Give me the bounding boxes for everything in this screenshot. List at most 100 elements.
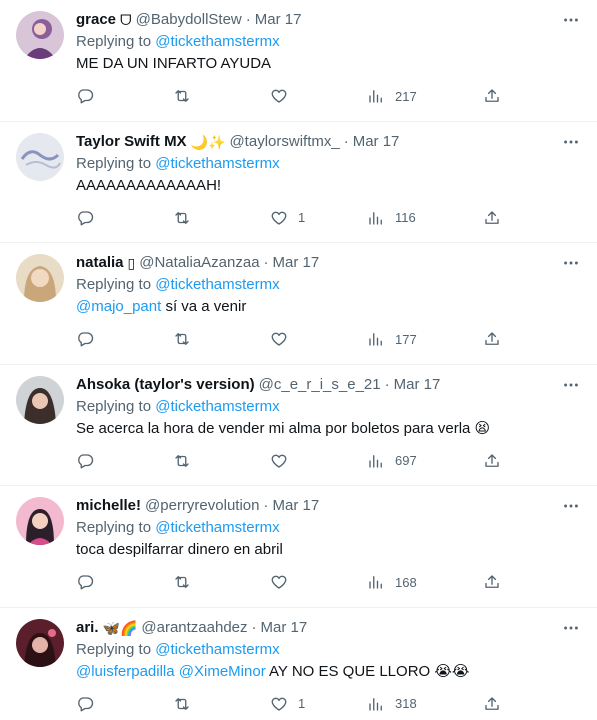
display-name[interactable]: michelle!: [76, 496, 141, 516]
more-icon[interactable]: [561, 132, 581, 152]
view-count: 116: [395, 210, 416, 225]
share-button[interactable]: [483, 694, 501, 714]
action-bar: 177: [76, 329, 581, 349]
like-button[interactable]: 1: [270, 208, 305, 228]
timestamp[interactable]: Mar 17: [353, 132, 400, 152]
avatar[interactable]: [16, 132, 64, 181]
like-button[interactable]: [270, 572, 298, 592]
like-button[interactable]: 1: [270, 694, 305, 714]
heart-icon: [271, 89, 287, 103]
tweet-text: AAAAAAAAAAAAAH!: [76, 176, 581, 196]
user-handle[interactable]: @arantzaahdez: [141, 618, 247, 638]
user-handle[interactable]: @BabydollStew: [136, 10, 242, 30]
mention-link[interactable]: @tickethamstermx: [155, 641, 279, 658]
mention-link[interactable]: @luisferpadilla @XimeMinor: [76, 663, 266, 680]
share-button[interactable]: [483, 451, 501, 471]
separator-dot: ·: [263, 254, 269, 271]
reply-button[interactable]: [76, 572, 94, 592]
more-icon[interactable]: [561, 618, 581, 638]
views-icon: [369, 454, 382, 468]
name-emoji: ▯: [127, 255, 136, 271]
share-icon: [485, 332, 499, 345]
more-icon[interactable]: [561, 375, 581, 395]
mention-link[interactable]: @tickethamstermx: [155, 398, 279, 415]
avatar[interactable]: [16, 11, 64, 59]
views-button[interactable]: 318: [367, 694, 417, 714]
tweet-header: ari. 🦋🌈 @arantzaahdez · Mar 17: [76, 618, 581, 638]
avatar[interactable]: [16, 375, 64, 424]
more-icon[interactable]: [561, 496, 581, 516]
tweet[interactable]: michelle! @perryrevolution · Mar 17 Repl…: [0, 486, 597, 608]
retweet-button[interactable]: [173, 329, 191, 349]
like-button[interactable]: [270, 86, 298, 106]
tweet-text-content: AAAAAAAAAAAAAH!: [76, 176, 222, 194]
reply-button[interactable]: [76, 694, 94, 714]
mention-link[interactable]: @tickethamstermx: [155, 276, 279, 293]
mention-link[interactable]: @tickethamstermx: [155, 33, 279, 50]
reply-button[interactable]: [76, 451, 94, 471]
more-icon[interactable]: [561, 10, 581, 30]
user-handle[interactable]: @taylorswiftmx_: [229, 132, 339, 152]
mention-link[interactable]: @tickethamstermx: [155, 519, 279, 536]
display-name[interactable]: Taylor Swift MX: [76, 132, 187, 152]
tweet[interactable]: natalia ▯ @NataliaAzanzaa · Mar 17 Reply…: [0, 243, 597, 365]
name-emoji: 🌙✨: [190, 133, 226, 150]
tweet[interactable]: Taylor Swift MX 🌙✨ @taylorswiftmx_ · Mar…: [0, 122, 597, 243]
heart-icon: [271, 697, 287, 711]
more-icon[interactable]: [561, 253, 581, 273]
views-button[interactable]: 116: [367, 208, 416, 228]
share-button[interactable]: [483, 86, 501, 106]
views-icon: [369, 576, 382, 589]
views-button[interactable]: 217: [367, 86, 417, 106]
timestamp[interactable]: Mar 17: [261, 618, 308, 638]
user-handle[interactable]: @perryrevolution: [145, 496, 259, 516]
like-count: 1: [298, 696, 306, 711]
avatar[interactable]: [16, 497, 64, 545]
retweet-icon: [175, 90, 189, 102]
view-count: 318: [395, 696, 417, 711]
view-count: 177: [395, 331, 417, 347]
separator-dot: ·: [343, 132, 349, 150]
timestamp[interactable]: Mar 17: [255, 10, 302, 30]
tweet[interactable]: Ahsoka (taylor's version) @c_e_r_i_s_e_2…: [0, 365, 597, 486]
user-handle[interactable]: @c_e_r_i_s_e_21: [259, 375, 381, 395]
like-button[interactable]: [270, 329, 298, 349]
views-button[interactable]: 697: [367, 451, 417, 471]
timestamp[interactable]: Mar 17: [394, 375, 441, 395]
separator-dot: ·: [251, 618, 257, 636]
display-name[interactable]: ari.: [76, 618, 99, 638]
views-icon: [369, 697, 382, 711]
retweet-button[interactable]: [173, 572, 191, 592]
timestamp[interactable]: Mar 17: [273, 253, 320, 273]
replying-prefix: Replying to: [76, 276, 152, 293]
reply-button[interactable]: [76, 86, 94, 106]
retweet-button[interactable]: [173, 208, 191, 228]
like-button[interactable]: [270, 451, 298, 471]
display-name[interactable]: Ahsoka (taylor's version): [76, 375, 255, 395]
reply-button[interactable]: [76, 329, 94, 349]
display-name[interactable]: grace: [76, 10, 116, 30]
display-name[interactable]: natalia: [76, 253, 124, 273]
mention-link[interactable]: @majo_pant: [76, 298, 161, 315]
tweet[interactable]: grace ᗜ @BabydollStew · Mar 17 Replying …: [0, 0, 597, 122]
share-button[interactable]: [483, 572, 501, 592]
user-handle[interactable]: @NataliaAzanzaa: [139, 253, 259, 273]
reply-button[interactable]: [76, 208, 94, 228]
retweet-icon: [175, 454, 189, 467]
replying-to: Replying to @tickethamstermx: [76, 32, 581, 52]
retweet-button[interactable]: [173, 86, 191, 106]
timestamp[interactable]: Mar 17: [272, 496, 319, 516]
share-icon: [485, 696, 499, 710]
views-button[interactable]: 177: [367, 329, 417, 349]
tweet-text-content: toca despilfarrar dinero en abril: [76, 541, 283, 558]
retweet-button[interactable]: [173, 694, 191, 714]
mention-link[interactable]: @tickethamstermx: [155, 155, 279, 172]
tweet[interactable]: ari. 🦋🌈 @arantzaahdez · Mar 17 Replying …: [0, 608, 597, 720]
avatar[interactable]: [16, 254, 64, 302]
share-button[interactable]: [483, 329, 501, 349]
avatar[interactable]: [16, 618, 64, 667]
tweet-text: ME DA UN INFARTO AYUDA: [76, 54, 581, 74]
retweet-button[interactable]: [173, 451, 191, 471]
share-button[interactable]: [483, 208, 501, 228]
views-button[interactable]: 168: [367, 572, 417, 592]
